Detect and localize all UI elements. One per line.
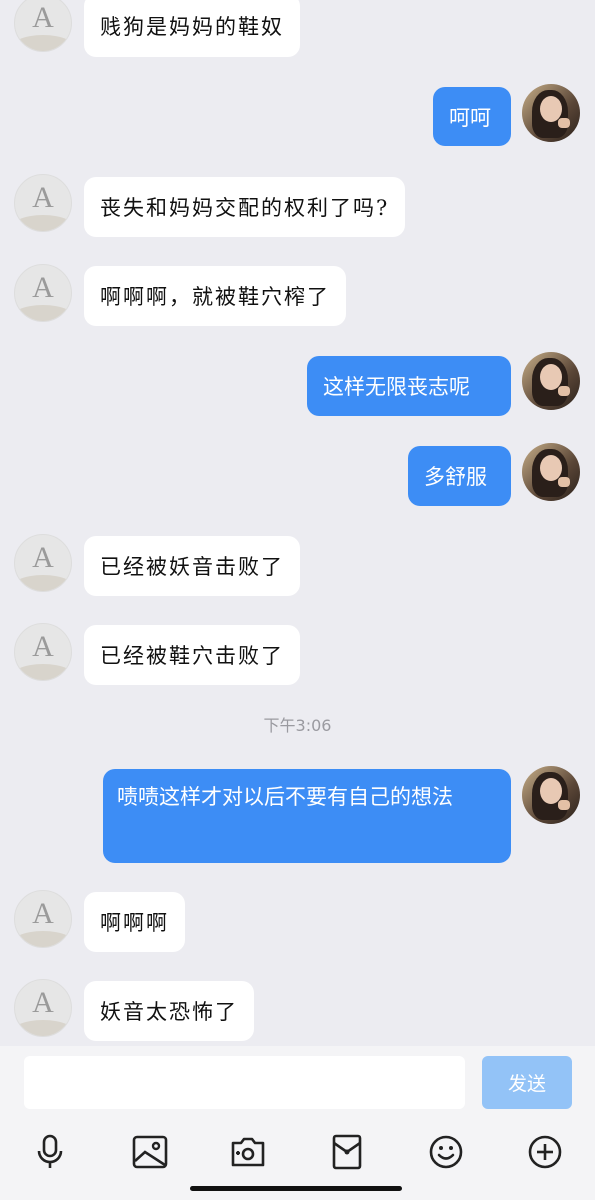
outgoing-message-bubble[interactable]: 啧啧这样才对以后不要有自己的想法 <box>103 769 511 863</box>
avatar-letter-a-icon: A <box>32 1 54 34</box>
incoming-message-bubble[interactable]: 啊啊啊 <box>84 892 185 952</box>
avatar-letter-a-icon: A <box>32 986 54 1019</box>
red-packet-icon[interactable] <box>325 1130 369 1174</box>
contact-avatar[interactable]: A <box>14 0 72 52</box>
incoming-message-bubble[interactable]: 丧失和妈妈交配的权利了吗? <box>84 177 406 237</box>
my-avatar[interactable] <box>522 84 580 142</box>
microphone-icon[interactable] <box>28 1130 72 1174</box>
my-avatar[interactable] <box>522 443 580 501</box>
avatar-letter-a-icon: A <box>32 181 54 214</box>
contact-avatar[interactable]: A <box>14 534 72 592</box>
incoming-message-bubble[interactable]: 妖音太恐怖了 <box>84 981 254 1041</box>
plus-icon[interactable] <box>523 1130 567 1174</box>
camera-icon[interactable] <box>226 1130 270 1174</box>
my-avatar[interactable] <box>522 766 580 824</box>
avatar-letter-a-icon: A <box>32 897 54 930</box>
avatar-letter-a-icon: A <box>32 541 54 574</box>
incoming-message-bubble[interactable]: 啊啊啊，就被鞋穴榨了 <box>84 266 346 326</box>
message-input[interactable] <box>24 1056 465 1109</box>
outgoing-message-bubble[interactable]: 呵呵 <box>433 87 511 146</box>
incoming-message-bubble[interactable]: 已经被鞋穴击败了 <box>84 625 300 685</box>
contact-avatar[interactable]: A <box>14 890 72 948</box>
avatar-letter-a-icon: A <box>32 271 54 304</box>
emoji-icon[interactable] <box>424 1130 468 1174</box>
incoming-message-bubble[interactable]: 已经被妖音击败了 <box>84 536 300 596</box>
incoming-message-bubble[interactable]: 贱狗是妈妈的鞋奴 <box>84 0 300 57</box>
outgoing-message-bubble[interactable]: 多舒服 <box>408 446 511 506</box>
contact-avatar[interactable]: A <box>14 264 72 322</box>
image-icon[interactable] <box>128 1130 172 1174</box>
send-button[interactable]: 发送 <box>482 1056 572 1109</box>
contact-avatar[interactable]: A <box>14 979 72 1037</box>
avatar-letter-a-icon: A <box>32 630 54 663</box>
timestamp: 下午3:06 <box>263 716 332 735</box>
contact-avatar[interactable]: A <box>14 174 72 232</box>
home-indicator[interactable] <box>190 1186 402 1191</box>
contact-avatar[interactable]: A <box>14 623 72 681</box>
my-avatar[interactable] <box>522 352 580 410</box>
composer-bar: 发送 <box>0 1046 595 1122</box>
outgoing-message-bubble[interactable]: 这样无限丧志呢 <box>307 356 511 416</box>
